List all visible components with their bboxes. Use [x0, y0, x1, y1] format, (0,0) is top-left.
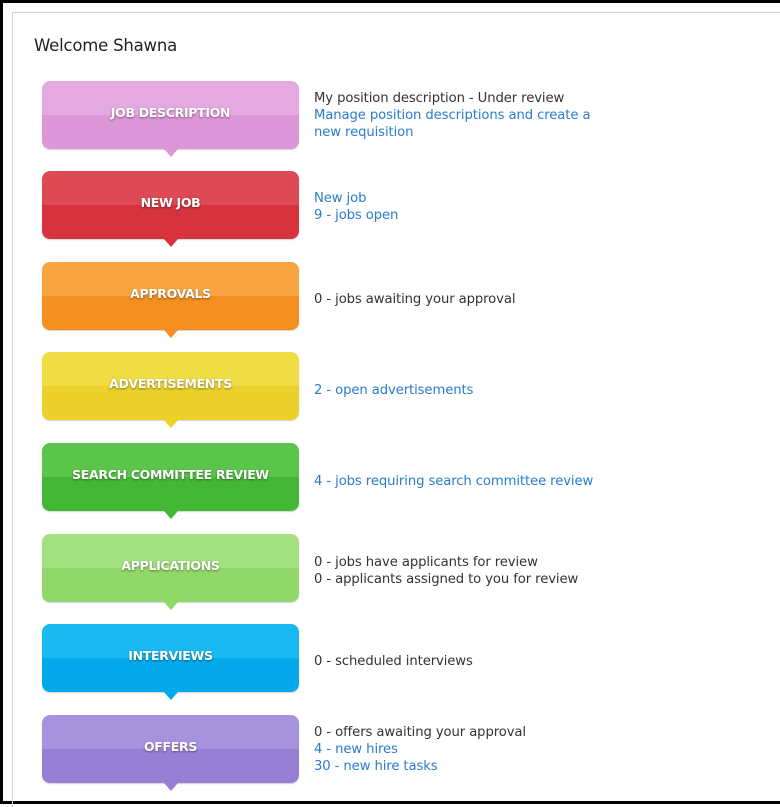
welcome-heading: Welcome Shawna — [34, 36, 178, 55]
tile-row: NEW JOB New job 9 - jobs open — [42, 171, 742, 247]
info-text: 0 - scheduled interviews — [314, 654, 473, 669]
tile-row: OFFERS 0 - offers awaiting your approval 4… — [42, 715, 742, 791]
tile-applications-button[interactable]: APPLICATIONS — [42, 534, 299, 610]
info-link[interactable]: new requisition — [314, 124, 714, 141]
tile-row: APPROVALS 0 - jobs awaiting your approval — [42, 262, 742, 338]
info-link[interactable]: 30 - new hire tasks — [314, 758, 714, 775]
tile-info: 0 - offers awaiting your approval 4 - new… — [314, 724, 714, 775]
tile-offers-button[interactable]: OFFERS — [42, 715, 299, 791]
info-text: 0 - applicants assigned to you for revie… — [314, 572, 579, 587]
info-text: 0 - offers awaiting your approval — [314, 725, 526, 740]
tile-search-committee-review-button[interactable]: SEARCH COMMITTEE REVIEW — [42, 443, 299, 519]
tile-info: My position description - Under review Ma… — [314, 90, 714, 141]
tile-info: 0 - scheduled interviews — [314, 653, 714, 670]
tile-pointer-icon — [164, 239, 178, 247]
tile-label: APPLICATIONS — [121, 557, 220, 573]
tile-label: OFFERS — [143, 738, 198, 754]
info-link[interactable]: Manage position descriptions and create … — [314, 107, 714, 124]
info-link[interactable]: 9 - jobs open — [314, 207, 714, 224]
tile-label: ADVERTISEMENTS — [109, 375, 232, 391]
tile-row: INTERVIEWS 0 - scheduled interviews — [42, 624, 742, 700]
tile-pointer-icon — [164, 149, 178, 157]
tile-label: JOB DESCRIPTION — [110, 104, 231, 120]
tile-label: APPROVALS — [130, 285, 211, 301]
tile-pointer-icon — [164, 692, 178, 700]
info-text: 0 - jobs have applicants for review — [314, 555, 538, 570]
tile-pointer-icon — [164, 511, 178, 519]
tile-info: 4 - jobs requiring search committee revi… — [314, 473, 714, 490]
info-link[interactable]: 4 - new hires — [314, 741, 714, 758]
tile-interviews-button[interactable]: INTERVIEWS — [42, 624, 299, 700]
tile-row: ADVERTISEMENTS 2 - open advertisements — [42, 352, 742, 428]
tile-row: APPLICATIONS 0 - jobs have applicants for… — [42, 534, 742, 610]
tile-advertisements-button[interactable]: ADVERTISEMENTS — [42, 352, 299, 428]
tile-pointer-icon — [164, 602, 178, 610]
tile-pointer-icon — [164, 330, 178, 338]
tile-row: SEARCH COMMITTEE REVIEW 4 - jobs requirin… — [42, 443, 742, 519]
tile-pointer-icon — [164, 783, 178, 791]
tile-label: SEARCH COMMITTEE REVIEW — [72, 466, 269, 482]
info-link[interactable]: 2 - open advertisements — [314, 382, 714, 399]
info-text: My position description - Under review — [314, 91, 565, 106]
tile-info: New job 9 - jobs open — [314, 190, 714, 224]
tile-row: JOB DESCRIPTION My position description -… — [42, 81, 742, 157]
tile-info: 0 - jobs awaiting your approval — [314, 291, 714, 308]
info-text: 0 - jobs awaiting your approval — [314, 292, 516, 307]
info-link[interactable]: 4 - jobs requiring search committee revi… — [314, 473, 714, 490]
tile-job-description-button[interactable]: JOB DESCRIPTION — [42, 81, 299, 157]
tile-label: INTERVIEWS — [128, 647, 213, 663]
tile-info: 2 - open advertisements — [314, 382, 714, 399]
tile-label: NEW JOB — [140, 194, 201, 210]
info-link[interactable]: New job — [314, 190, 714, 207]
tile-pointer-icon — [164, 420, 178, 428]
tile-info: 0 - jobs have applicants for review 0 - a… — [314, 554, 714, 588]
tile-approvals-button[interactable]: APPROVALS — [42, 262, 299, 338]
tile-new-job-button[interactable]: NEW JOB — [42, 171, 299, 247]
